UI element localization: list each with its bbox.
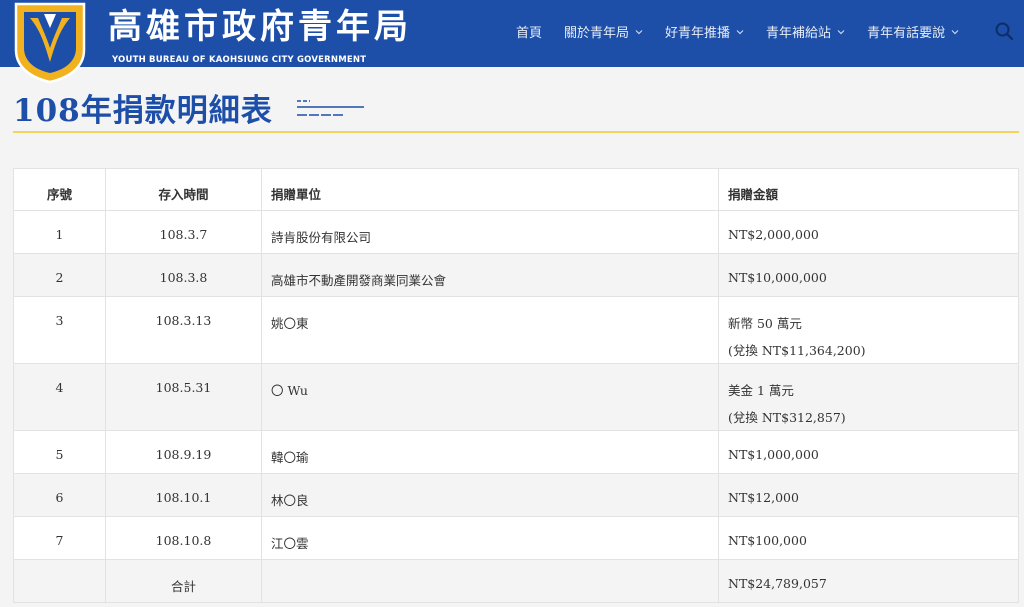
table-row: 3 108.3.13 姚〇東 新幣 50 萬元 (兌換 NT$11,364,20… <box>13 296 1019 364</box>
table-row: 6 108.10.1 林〇良 NT$12,000 <box>13 473 1019 517</box>
cell-no <box>13 559 106 603</box>
amount-exchange-text: (兌換 NT$11,364,200) <box>728 343 866 358</box>
search-icon[interactable] <box>994 21 1014 41</box>
table-row: 2 108.3.8 高雄市不動產開發商業同業公會 NT$10,000,000 <box>13 253 1019 297</box>
title-divider <box>13 131 1019 133</box>
donation-table: 序號 存入時間 捐贈單位 捐贈金額 1 108.3.7 詩肯股份有限公司 NT$… <box>13 168 1019 603</box>
cell-amount: 美金 1 萬元 (兌換 NT$312,857) <box>718 363 1019 431</box>
cell-no: 3 <box>13 296 106 364</box>
total-amount: NT$24,789,057 <box>718 559 1019 603</box>
chevron-down-icon <box>635 29 643 34</box>
main-nav: 首頁 關於青年局 好青年推播 青年補給站 青年有話要說 <box>516 22 981 41</box>
cell-donor: 〇 Wu <box>261 363 719 431</box>
nav-item-label: 青年補給站 <box>766 26 832 41</box>
site-title[interactable]: 高雄市政府青年局 <box>108 5 412 49</box>
nav-item-supply-station[interactable]: 青年補給站 <box>766 22 845 41</box>
nav-item-good-youth[interactable]: 好青年推播 <box>665 22 744 41</box>
cell-no: 4 <box>13 363 106 431</box>
cell-no: 5 <box>13 430 106 474</box>
cell-amount: NT$1,000,000 <box>718 430 1019 474</box>
table-row: 7 108.10.8 江〇雲 NT$100,000 <box>13 516 1019 560</box>
cell-date: 108.5.31 <box>105 363 262 431</box>
cell-no: 2 <box>13 253 106 297</box>
cell-amount: NT$100,000 <box>718 516 1019 560</box>
cell-date: 108.9.19 <box>105 430 262 474</box>
chevron-down-icon <box>837 29 845 34</box>
cell-no: 1 <box>13 210 106 254</box>
header-date: 存入時間 <box>105 168 262 211</box>
amount-exchange-text: (兌換 NT$312,857) <box>728 410 846 425</box>
cell-date: 108.10.1 <box>105 473 262 517</box>
donation-table-wrapper: 序號 存入時間 捐贈單位 捐贈金額 1 108.3.7 詩肯股份有限公司 NT$… <box>13 168 1019 603</box>
amount-text: NT$2,000,000 <box>728 227 819 242</box>
cell-no: 7 <box>13 516 106 560</box>
table-row: 1 108.3.7 詩肯股份有限公司 NT$2,000,000 <box>13 210 1019 254</box>
cell-date: 108.10.8 <box>105 516 262 560</box>
cell-donor: 姚〇東 <box>261 296 719 364</box>
nav-item-about[interactable]: 關於青年局 <box>564 22 643 41</box>
amount-text: NT$10,000,000 <box>728 270 827 285</box>
chevron-down-icon <box>951 29 959 34</box>
nav-item-label: 首頁 <box>516 26 543 41</box>
header-no: 序號 <box>13 168 106 211</box>
chevron-down-icon <box>736 29 744 34</box>
cell-donor <box>261 559 719 603</box>
amount-text: NT$12,000 <box>728 490 799 505</box>
site-subtitle: YOUTH BUREAU OF KAOHSIUNG CITY GOVERNMEN… <box>112 55 367 65</box>
amount-text: NT$100,000 <box>728 533 807 548</box>
cell-date: 108.3.13 <box>105 296 262 364</box>
cell-amount: NT$10,000,000 <box>718 253 1019 297</box>
table-row: 5 108.9.19 韓〇瑜 NT$1,000,000 <box>13 430 1019 474</box>
cell-donor: 江〇雲 <box>261 516 719 560</box>
amount-text: NT$1,000,000 <box>728 447 819 462</box>
page-title: 108年捐款明細表 <box>13 93 273 129</box>
header-donor: 捐贈單位 <box>261 168 719 211</box>
table-total-row: 合計 NT$24,789,057 <box>13 559 1019 603</box>
cell-date: 108.3.7 <box>105 210 262 254</box>
cell-amount: NT$2,000,000 <box>718 210 1019 254</box>
youth-bureau-logo[interactable] <box>10 0 90 84</box>
cell-date: 108.3.8 <box>105 253 262 297</box>
cell-no: 6 <box>13 473 106 517</box>
table-row: 4 108.5.31 〇 Wu 美金 1 萬元 (兌換 NT$312,857) <box>13 363 1019 431</box>
nav-item-home[interactable]: 首頁 <box>516 22 542 41</box>
cell-donor: 林〇良 <box>261 473 719 517</box>
site-header: 高雄市政府青年局 YOUTH BUREAU OF KAOHSIUNG CITY … <box>0 0 1024 84</box>
amount-text: 新幣 50 萬元 <box>728 316 802 331</box>
nav-item-label: 好青年推播 <box>665 26 731 41</box>
table-header-row: 序號 存入時間 捐贈單位 捐贈金額 <box>13 168 1019 211</box>
title-decoration <box>297 100 364 116</box>
cell-amount: 新幣 50 萬元 (兌換 NT$11,364,200) <box>718 296 1019 364</box>
amount-text: 美金 1 萬元 <box>728 383 794 398</box>
cell-donor: 高雄市不動產開發商業同業公會 <box>261 253 719 297</box>
nav-item-label: 青年有話要說 <box>867 26 946 41</box>
header-amount: 捐贈金額 <box>718 168 1019 211</box>
title-area: 108年捐款明細表 <box>0 67 1024 135</box>
cell-donor: 韓〇瑜 <box>261 430 719 474</box>
nav-item-youth-voice[interactable]: 青年有話要說 <box>867 22 959 41</box>
total-label: 合計 <box>105 559 262 603</box>
nav-item-label: 關於青年局 <box>564 26 630 41</box>
cell-donor: 詩肯股份有限公司 <box>261 210 719 254</box>
cell-amount: NT$12,000 <box>718 473 1019 517</box>
